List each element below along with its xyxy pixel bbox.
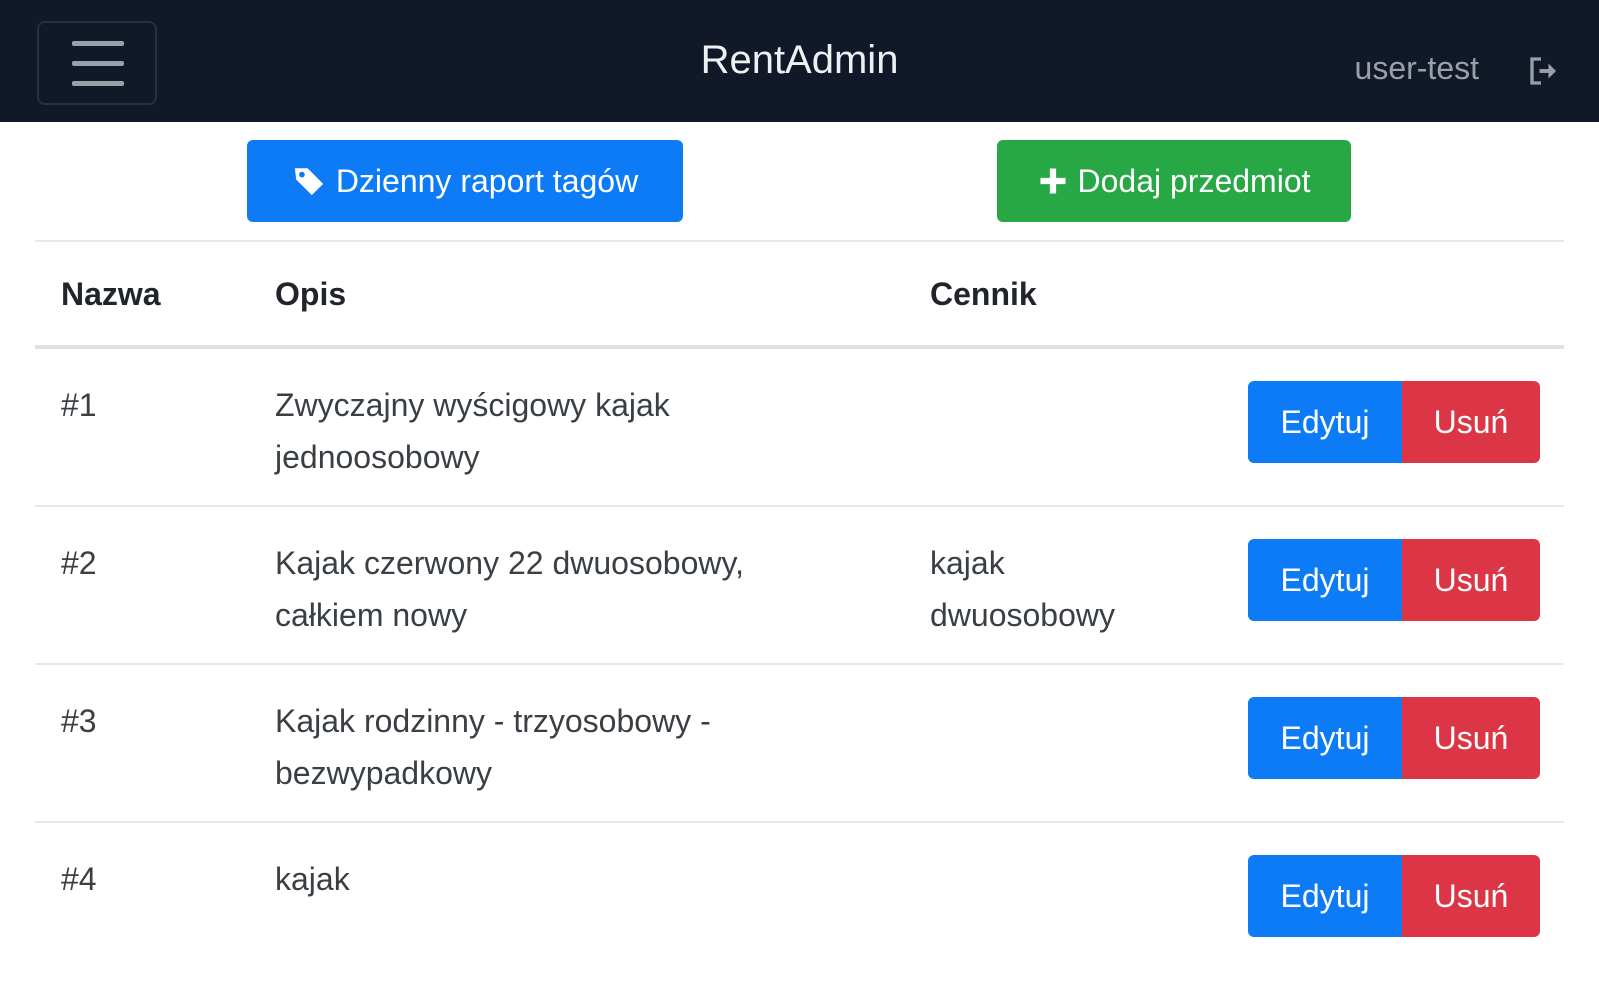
daily-tag-report-label: Dzienny raport tagów (335, 162, 639, 199)
item-pricing-line: dwuosobowy (930, 597, 1115, 633)
item-description-line: bezwypadkowy (275, 755, 492, 791)
item-description-line: całkiem nowy (275, 597, 468, 633)
item-description-line: Kajak rodzinny - trzyosobowy - (275, 703, 711, 739)
item-name: #1 (61, 387, 97, 423)
column-header-pricing: Cennik (930, 276, 1037, 312)
daily-tag-report-button[interactable]: Dzienny raport tagów (247, 140, 683, 222)
column-header-description: Opis (275, 276, 347, 312)
item-description: kajak (275, 853, 875, 905)
navbar: RentAdmin user-test (0, 0, 1599, 122)
item-description-line: kajak (275, 861, 350, 897)
item-name: #4 (61, 861, 97, 897)
item-name: #2 (61, 545, 97, 581)
hamburger-bar (72, 81, 124, 86)
edit-button[interactable]: Edytuj (1248, 855, 1402, 937)
hamburger-bar (72, 61, 124, 66)
brand-title[interactable]: RentAdmin (701, 38, 899, 82)
toolbar-divider (35, 240, 1564, 242)
item-name: #3 (61, 703, 97, 739)
logout-icon[interactable] (1526, 53, 1562, 89)
edit-button[interactable]: Edytuj (1248, 381, 1402, 463)
delete-button[interactable]: Usuń (1402, 539, 1540, 621)
item-description: Kajak rodzinny - trzyosobowy - bezwypadk… (275, 695, 875, 799)
item-pricing-line: kajak (930, 545, 1005, 581)
item-description: Kajak czerwony 22 dwuosobowy, całkiem no… (275, 537, 875, 641)
delete-button[interactable]: Usuń (1402, 855, 1540, 937)
add-item-label: Dodaj przedmiot (1077, 162, 1311, 199)
item-description-line: Zwyczajny wyścigowy kajak (275, 387, 670, 423)
item-description-line: Kajak czerwony 22 dwuosobowy, (275, 545, 744, 581)
row-actions: Edytuj Usuń (1248, 539, 1540, 621)
delete-button[interactable]: Usuń (1402, 381, 1540, 463)
hamburger-menu-button[interactable] (37, 21, 157, 105)
item-description-line: jednoosobowy (275, 439, 480, 475)
edit-button[interactable]: Edytuj (1248, 697, 1402, 779)
row-actions: Edytuj Usuń (1248, 381, 1540, 463)
edit-button[interactable]: Edytuj (1248, 539, 1402, 621)
table-row: #1 Zwyczajny wyścigowy kajak jednoosobow… (0, 349, 1599, 507)
delete-button[interactable]: Usuń (1402, 697, 1540, 779)
row-actions: Edytuj Usuń (1248, 697, 1540, 779)
tag-icon (294, 168, 323, 196)
row-actions: Edytuj Usuń (1248, 855, 1540, 937)
username: user-test (1354, 50, 1479, 86)
column-header-name: Nazwa (61, 276, 161, 312)
hamburger-menu-icon (72, 41, 124, 46)
table-row: #4 kajak Edytuj Usuń (0, 823, 1599, 981)
item-description: Zwyczajny wyścigowy kajak jednoosobowy (275, 379, 875, 483)
table-row: #3 Kajak rodzinny - trzyosobowy - bezwyp… (0, 665, 1599, 823)
add-item-button[interactable]: Dodaj przedmiot (997, 140, 1351, 222)
item-pricing: kajak dwuosobowy (930, 537, 1190, 641)
table-row: #2 Kajak czerwony 22 dwuosobowy, całkiem… (0, 507, 1599, 665)
plus-icon (1040, 168, 1065, 194)
